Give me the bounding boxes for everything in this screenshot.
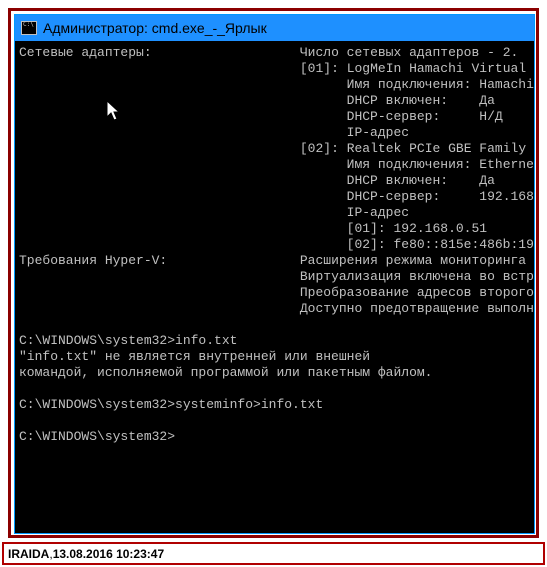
adapter-01-dhcp-label: DHCP включен: <box>347 93 448 108</box>
prompt-line-2: C:\WINDOWS\system32>systeminfo>info.txt <box>19 397 323 412</box>
adapter-01-dhcp-value: Да <box>479 93 495 108</box>
adapter-02-name: Realtek PCIe GBE Family <box>347 141 534 156</box>
network-adapters-label: Сетевые адаптеры: <box>19 45 152 60</box>
caption-bar: IRAIDA , 13.08.2016 10:23:47 <box>2 542 545 565</box>
prompt-line-1: C:\WINDOWS\system32>info.txt <box>19 333 237 348</box>
caption-author: IRAIDA <box>8 547 49 561</box>
screenshot-frame: Администратор: cmd.exe_-_Ярлык Сетевые а… <box>8 8 539 538</box>
adapter-01-tag: [01]: <box>300 61 339 76</box>
adapter-01-name: LogMeIn Hamachi Virtual <box>347 61 534 76</box>
adapter-count: Число сетевых адаптеров - 2. <box>300 45 518 60</box>
adapter-01-conn-value: Hamachi <box>479 77 534 92</box>
cmd-icon <box>21 21 37 35</box>
hyperv-line2: Виртуализация включена во встр <box>300 269 534 284</box>
cursor-arrow-icon <box>107 101 123 123</box>
hyperv-line4: Доступно предотвращение выполн <box>300 301 534 316</box>
adapter-01-ip-label: IP-адрес <box>347 125 409 140</box>
window-title: Администратор: cmd.exe_-_Ярлык <box>43 20 267 36</box>
adapter-02-conn-label: Имя подключения: <box>347 157 472 172</box>
adapter-02-tag: [02]: <box>300 141 339 156</box>
hyperv-label: Требования Hyper-V: <box>19 253 167 268</box>
adapter-02-conn-value: Etherne <box>479 157 534 172</box>
console-window: Администратор: cmd.exe_-_Ярлык Сетевые а… <box>14 14 535 534</box>
error-line-1: "info.txt" не является внутренней или вн… <box>19 349 370 364</box>
title-bar[interactable]: Администратор: cmd.exe_-_Ярлык <box>15 15 534 41</box>
adapter-01-srv-value: Н/Д <box>479 109 502 124</box>
terminal-output[interactable]: Сетевые адаптеры: Число сетевых адаптеро… <box>15 41 534 533</box>
adapter-01-srv-label: DHCP-сервер: <box>347 109 441 124</box>
adapter-02-ip2: [02]: fe80::815e:486b:19 <box>347 237 534 252</box>
adapter-01-conn-label: Имя подключения: <box>347 77 472 92</box>
adapter-02-srv-label: DHCP-сервер: <box>347 189 441 204</box>
error-line-2: командой, исполняемой программой или пак… <box>19 365 432 380</box>
caption-timestamp: 13.08.2016 10:23:47 <box>53 547 164 561</box>
adapter-02-dhcp-value: Да <box>479 173 495 188</box>
hyperv-line3: Преобразование адресов второго <box>300 285 534 300</box>
adapter-02-ip-label: IP-адрес <box>347 205 409 220</box>
adapter-02-ip1: [01]: 192.168.0.51 <box>347 221 487 236</box>
adapter-02-dhcp-label: DHCP включен: <box>347 173 448 188</box>
adapter-02-srv-value: 192.168 <box>479 189 534 204</box>
hyperv-line1: Расширения режима мониторинга <box>300 253 526 268</box>
prompt-line-3: C:\WINDOWS\system32> <box>19 429 175 444</box>
